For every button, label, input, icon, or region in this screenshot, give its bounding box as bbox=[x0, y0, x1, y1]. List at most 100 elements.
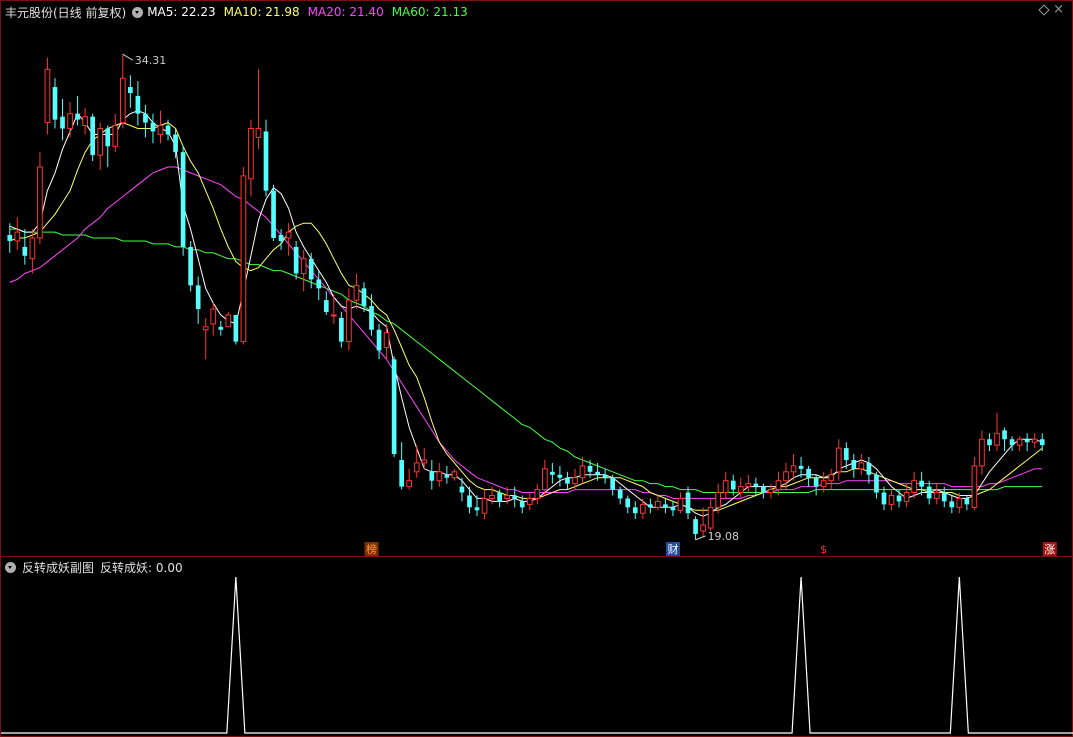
candle bbox=[271, 184, 276, 241]
candle-body bbox=[90, 116, 96, 156]
candle-body bbox=[497, 492, 502, 502]
candle-body bbox=[60, 116, 65, 129]
candle-body bbox=[1031, 438, 1038, 443]
candle-body bbox=[677, 497, 684, 511]
candle-body bbox=[565, 477, 570, 484]
candle bbox=[625, 495, 631, 514]
candle bbox=[775, 471, 782, 496]
candle-body bbox=[504, 494, 510, 499]
candle bbox=[14, 217, 21, 250]
candle-body bbox=[866, 462, 872, 475]
candle-body bbox=[330, 314, 337, 317]
candle-body bbox=[300, 258, 307, 275]
candle-body bbox=[663, 504, 668, 508]
sub-chart-panel[interactable]: 反转成妖副图 反转成妖: 0.00 bbox=[0, 556, 1073, 737]
candle bbox=[835, 439, 842, 481]
indicator-chart[interactable] bbox=[1, 557, 1073, 737]
candle bbox=[481, 489, 488, 520]
candle bbox=[339, 311, 344, 348]
candle bbox=[632, 501, 638, 520]
candle bbox=[429, 459, 435, 490]
candle-body bbox=[798, 465, 804, 469]
candle-body bbox=[135, 95, 141, 114]
event-marker: $ bbox=[820, 543, 827, 556]
candle-body bbox=[587, 465, 593, 472]
candle bbox=[745, 474, 752, 493]
candle-body bbox=[753, 483, 759, 487]
candle-body bbox=[112, 125, 119, 147]
candle bbox=[933, 483, 940, 505]
candle bbox=[851, 454, 857, 478]
candle bbox=[240, 166, 247, 345]
candle-body bbox=[949, 501, 955, 508]
candle-body bbox=[775, 480, 782, 491]
candle-body bbox=[202, 326, 209, 331]
candle-body bbox=[323, 300, 329, 312]
candle bbox=[693, 516, 698, 540]
candle-body bbox=[896, 495, 902, 502]
candle bbox=[7, 223, 13, 253]
ma10-line bbox=[9, 122, 1043, 511]
candle-body bbox=[263, 131, 269, 191]
candle bbox=[655, 495, 661, 511]
candle bbox=[467, 486, 472, 514]
candle bbox=[67, 101, 73, 138]
candle bbox=[218, 320, 224, 336]
candle bbox=[722, 471, 729, 499]
candle bbox=[979, 430, 985, 475]
candle bbox=[971, 457, 978, 511]
high-marker-line bbox=[122, 53, 134, 61]
candle bbox=[323, 291, 329, 315]
candle-body bbox=[255, 128, 262, 138]
candle-body bbox=[285, 231, 292, 239]
ma60-line bbox=[9, 228, 1043, 493]
candle bbox=[255, 69, 262, 150]
candle bbox=[263, 119, 269, 197]
candle-body bbox=[128, 87, 133, 93]
candle bbox=[376, 323, 382, 360]
candle bbox=[949, 495, 955, 514]
candle-body bbox=[783, 471, 789, 482]
candle-body bbox=[173, 134, 178, 153]
candle bbox=[143, 104, 148, 138]
candle-body bbox=[828, 474, 835, 482]
candle bbox=[926, 480, 932, 505]
candle bbox=[459, 477, 465, 502]
candle bbox=[90, 113, 96, 162]
candle-body bbox=[14, 231, 21, 242]
candle-body bbox=[1002, 430, 1007, 440]
candle-body bbox=[293, 246, 299, 274]
candlestick-chart[interactable]: 34.31 19.08 榜 财 $ 涨 bbox=[1, 1, 1073, 557]
candle bbox=[44, 57, 51, 135]
candle-body bbox=[188, 246, 193, 286]
candle bbox=[685, 486, 691, 520]
candle-body bbox=[730, 480, 736, 490]
candle bbox=[881, 486, 887, 511]
candle-body bbox=[874, 474, 879, 493]
candle-body bbox=[339, 317, 344, 342]
candle bbox=[233, 314, 239, 345]
candle-body bbox=[67, 113, 73, 130]
candle-body bbox=[29, 237, 36, 260]
candle bbox=[677, 492, 684, 514]
candle-body bbox=[52, 87, 58, 120]
candle-body bbox=[858, 462, 865, 470]
candle-body bbox=[165, 125, 171, 135]
candle-body bbox=[835, 447, 842, 473]
candle-body bbox=[881, 492, 887, 505]
candle-body bbox=[572, 477, 578, 485]
candle-body bbox=[233, 314, 239, 342]
candle-body bbox=[813, 477, 819, 487]
candle bbox=[451, 468, 458, 481]
candle bbox=[369, 294, 374, 336]
signal-line bbox=[1, 576, 1073, 734]
candle-body bbox=[843, 448, 849, 460]
candle-body bbox=[308, 258, 314, 280]
candle-body bbox=[157, 125, 164, 135]
candle bbox=[210, 303, 217, 336]
candle bbox=[994, 412, 1000, 452]
candle-body bbox=[248, 128, 254, 180]
candle-body bbox=[610, 477, 616, 490]
candle bbox=[128, 75, 133, 108]
main-chart-panel[interactable]: 丰元股份(日线 前复权) MA5: 22.23 MA10: 21.98 MA20… bbox=[0, 0, 1073, 556]
